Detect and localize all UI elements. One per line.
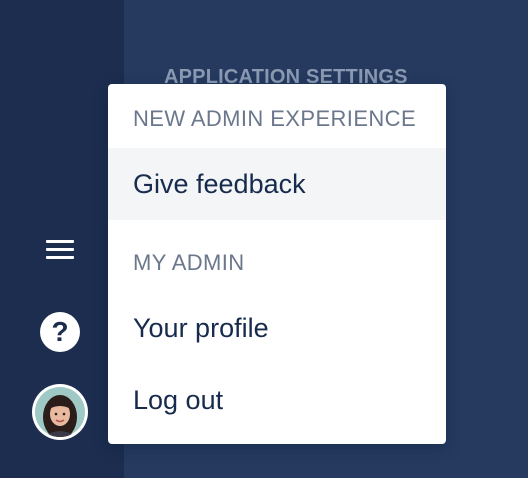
menu-item-give-feedback[interactable]: Give feedback	[108, 148, 446, 220]
group-heading-new-admin-experience: NEW ADMIN EXPERIENCE	[133, 106, 417, 131]
menu-item-log-out[interactable]: Log out	[108, 364, 446, 436]
help-question-icon[interactable]: ?	[40, 312, 80, 352]
menu-item-label: Your profile	[133, 312, 269, 343]
menu-item-label: Give feedback	[133, 168, 306, 199]
menu-item-your-profile[interactable]: Your profile	[108, 292, 446, 364]
user-avatar[interactable]	[32, 384, 88, 440]
group-heading-my-admin: MY ADMIN	[133, 250, 245, 275]
account-dropdown-menu: NEW ADMIN EXPERIENCE Give feedback MY AD…	[108, 84, 446, 444]
menu-item-label: Log out	[133, 384, 224, 415]
hamburger-menu-icon[interactable]	[46, 240, 74, 262]
avatar-image	[35, 387, 85, 437]
help-glyph: ?	[51, 316, 69, 347]
